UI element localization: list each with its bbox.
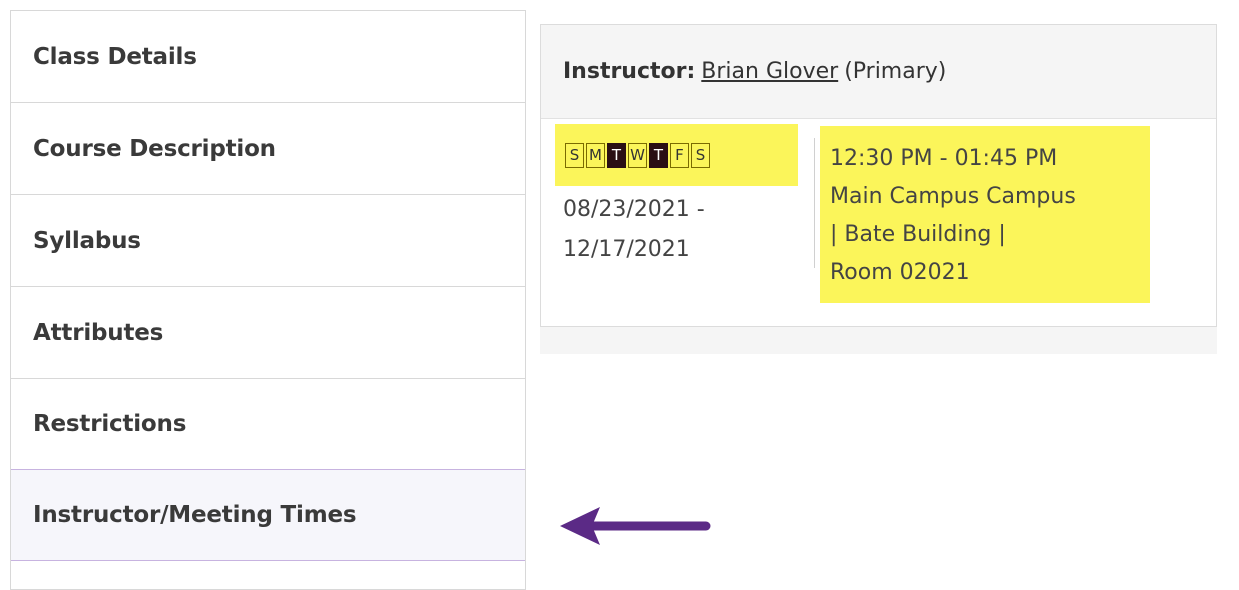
day-wednesday: W bbox=[628, 143, 647, 168]
tab-course-description[interactable]: Course Description bbox=[11, 103, 525, 195]
tab-label: Course Description bbox=[33, 135, 276, 162]
day-monday: M bbox=[586, 143, 605, 168]
tab-label: Instructor/Meeting Times bbox=[33, 502, 357, 528]
tab-label: Syllabus bbox=[33, 227, 141, 254]
tab-label: Attributes bbox=[33, 319, 164, 346]
column-divider bbox=[814, 138, 815, 268]
tab-label: Restrictions bbox=[33, 410, 187, 437]
meeting-date-range: 08/23/2021 - 12/17/2021 bbox=[563, 190, 705, 270]
tab-restrictions[interactable]: Restrictions bbox=[11, 378, 525, 470]
location-line-3: Room 02021 bbox=[830, 260, 970, 285]
instructor-label: Instructor: bbox=[563, 59, 696, 84]
tab-instructor-meeting-times[interactable]: Instructor/Meeting Times bbox=[11, 469, 525, 561]
instructor-role: (Primary) bbox=[844, 59, 947, 84]
tab-attributes[interactable]: Attributes bbox=[11, 287, 525, 379]
day-sunday: S bbox=[565, 143, 584, 168]
tab-class-details[interactable]: Class Details bbox=[11, 11, 525, 103]
instructor-header: Instructor: Brian Glover (Primary) bbox=[541, 25, 1216, 119]
day-thursday: T bbox=[649, 143, 668, 168]
location-line-1: Main Campus Campus bbox=[830, 184, 1076, 209]
left-arrow-icon bbox=[560, 507, 711, 545]
class-detail-tabs: Class Details Course Description Syllabu… bbox=[10, 10, 526, 590]
day-friday: F bbox=[670, 143, 689, 168]
instructor-name-link[interactable]: Brian Glover bbox=[701, 59, 838, 84]
panel-footer bbox=[540, 327, 1217, 354]
tab-syllabus[interactable]: Syllabus bbox=[11, 195, 525, 287]
tab-label: Class Details bbox=[33, 43, 197, 70]
meeting-days: S M T W T F S bbox=[565, 143, 712, 168]
end-date: 12/17/2021 bbox=[563, 237, 690, 262]
day-tuesday: T bbox=[607, 143, 626, 168]
start-date: 08/23/2021 - bbox=[563, 197, 705, 222]
location-line-2: | Bate Building | bbox=[830, 222, 1006, 247]
meeting-time: 12:30 PM - 01:45 PM bbox=[830, 146, 1058, 171]
meeting-time-location: 12:30 PM - 01:45 PM Main Campus Campus |… bbox=[830, 140, 1146, 292]
day-saturday: S bbox=[691, 143, 710, 168]
